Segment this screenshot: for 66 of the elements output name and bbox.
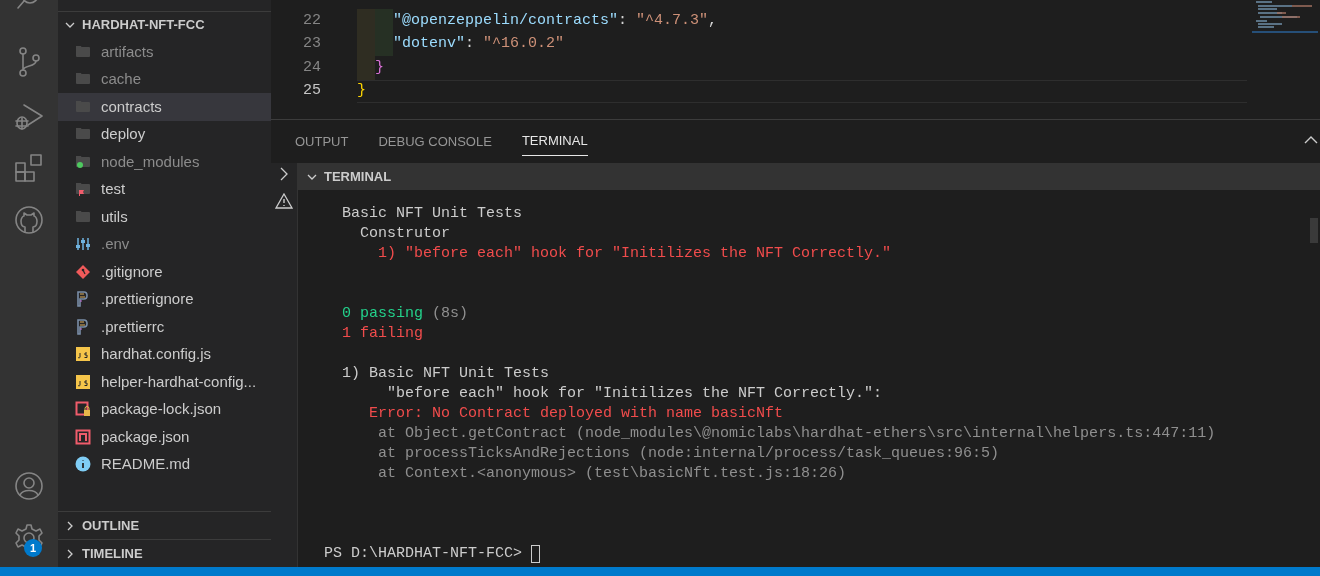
warning-icon[interactable] (275, 193, 293, 209)
panel-tab[interactable]: TERMINAL (521, 127, 588, 156)
notification-badge: 1 (24, 539, 42, 557)
git-diamond-icon (75, 263, 91, 280)
file-tree-item[interactable]: cache (58, 65, 271, 93)
account-icon[interactable] (14, 471, 44, 501)
run-debug-icon[interactable] (14, 101, 44, 131)
terminal-line: Construtor (359, 223, 451, 244)
locked-file-icon (75, 401, 91, 418)
file-tree-item[interactable]: deploy (58, 120, 271, 148)
file-tree-item[interactable]: test (58, 175, 271, 203)
terminal-line: at Object.getContract (node_modules\@nomiclabs\hardhat-ethers\src\internal\helpers.ts:447:11) (377, 423, 1216, 444)
github-icon[interactable] (14, 205, 44, 235)
file-tree-item[interactable]: package-lock.json (58, 395, 271, 423)
file-tree-item[interactable]: artifacts (58, 38, 271, 66)
sliders-icon (75, 236, 91, 253)
file-tree-item[interactable]: node_modules (58, 148, 271, 176)
code-line: "@openzeppelin/contracts": "^4.7.3", (357, 9, 718, 33)
line-number: 24 (302, 57, 321, 78)
terminal-line: Basic NFT Unit Tests (341, 203, 523, 224)
file-tree-item[interactable]: contracts (58, 93, 271, 121)
terminal-line: Error: No Contract deployed with name basicNft (368, 403, 784, 424)
terminal-section-header[interactable]: TERMINAL (298, 163, 1320, 190)
scrollbar-thumb (1310, 218, 1318, 243)
extensions-icon[interactable] (14, 153, 44, 183)
minimap (1252, 0, 1318, 33)
file-tree-item[interactable]: helper-hardhat-config... (58, 368, 271, 396)
prettier-icon (75, 291, 91, 308)
terminal-line: at processTicksAndRejections (node:internal/process/task_queues:96:5) (377, 443, 1000, 464)
folder-icon (75, 43, 91, 60)
line-number: 22 (302, 10, 321, 31)
terminal-cursor (531, 545, 541, 563)
file-tree-item[interactable]: README.md (58, 450, 271, 478)
terminal-line: 1) "before each" hook for "Initilizes the NFT Correctly." (377, 243, 892, 264)
panel-tab[interactable]: DEBUG CONSOLE (378, 127, 492, 156)
terminal-line: 0 passing (8s) (341, 303, 469, 324)
terminal-line: at Context.<anonymous> (test\basicNft.test.js:18:26) (377, 463, 847, 484)
chevron-right-icon[interactable] (279, 167, 289, 181)
terminal-line: 1) Basic NFT Unit Tests (341, 363, 550, 384)
terminal-line: 1 failing (341, 323, 424, 344)
file-tree-item[interactable]: utils (58, 203, 271, 231)
line-number: 25 (302, 81, 321, 101)
explorer-folder-header[interactable]: HARDHAT-NFT-FCC (58, 12, 271, 38)
code-line: } (357, 81, 366, 101)
panel-tab[interactable]: OUTPUT (295, 127, 349, 156)
line-number: 23 (302, 34, 321, 54)
prettier-icon (75, 318, 91, 335)
file-tree-item[interactable]: .prettierrc (58, 313, 271, 341)
file-tree-item[interactable]: .env (58, 230, 271, 258)
terminal-line: PS D:\HARDHAT-NFT-FCC> (324, 543, 524, 564)
js-file-icon (75, 346, 91, 363)
file-tree-item[interactable]: .gitignore (58, 258, 271, 286)
folder-icon (75, 208, 91, 225)
code-line: "dotenv": "^16.0.2" (357, 32, 565, 56)
code-line: } (357, 56, 384, 80)
info-icon (75, 456, 91, 473)
js-file-icon (75, 373, 91, 390)
folder-icon (75, 181, 91, 198)
square-file-icon (75, 428, 91, 445)
file-tree-item[interactable]: .prettierignore (58, 285, 271, 313)
folder-icon (75, 153, 91, 170)
source-control-icon[interactable] (16, 47, 42, 77)
file-tree-item[interactable]: package.json (58, 423, 271, 451)
file-tree-item[interactable]: hardhat.config.js (58, 340, 271, 368)
terminal-line: "before each" hook for "Initilizes the NFT Correctly.": (386, 383, 883, 404)
chevron-up-icon[interactable] (1304, 135, 1318, 145)
